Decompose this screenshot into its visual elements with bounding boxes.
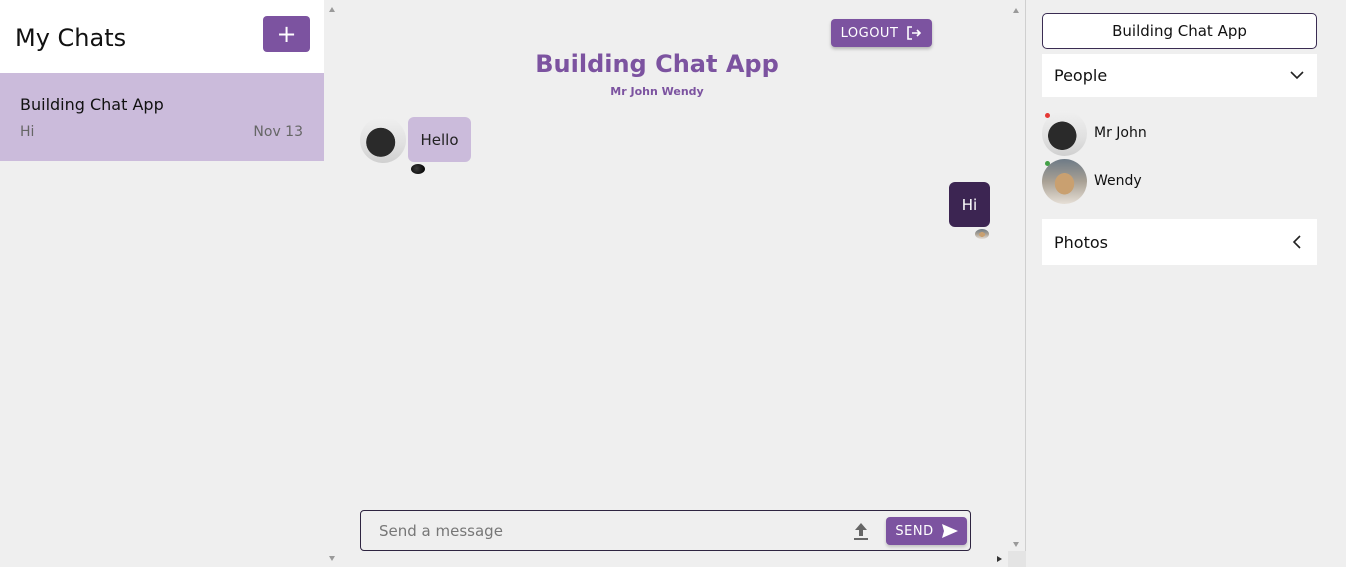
scroll-down-arrow-icon[interactable]: [329, 556, 335, 561]
photos-accordion-header[interactable]: Photos: [1042, 219, 1317, 265]
group-name-button[interactable]: Building Chat App: [1042, 13, 1317, 49]
chat-item-last-message: Hi: [20, 124, 35, 140]
conversation-panel: LOGOUT Building Chat App Mr John Wendy H…: [342, 0, 1026, 567]
member-name: Mr John: [1094, 125, 1147, 141]
status-dot: [1045, 113, 1050, 118]
avatar: [1042, 159, 1087, 204]
chat-list-header: My Chats +: [0, 0, 324, 73]
people-label: People: [1054, 66, 1108, 85]
chat-list-item[interactable]: Building Chat App Hi Nov 13: [0, 73, 324, 161]
chat-list-panel: My Chats + Building Chat App Hi Nov 13: [0, 0, 342, 567]
message-bubble-received: Hello: [408, 117, 471, 162]
send-label: SEND: [895, 523, 934, 539]
avatar: [1042, 111, 1087, 156]
chevron-down-icon: [1290, 71, 1304, 80]
send-button[interactable]: SEND: [886, 517, 967, 545]
send-icon: [941, 524, 958, 538]
read-receipt-avatar: [411, 164, 425, 174]
message-bubble-sent: Hi: [949, 182, 990, 227]
chat-item-name: Building Chat App: [20, 95, 164, 114]
scrollbar-corner: [1008, 551, 1026, 567]
message-input[interactable]: [371, 517, 831, 545]
member-item[interactable]: Mr John: [1042, 111, 1317, 156]
message-composer: SEND: [360, 510, 971, 551]
chat-list-title: My Chats: [15, 24, 127, 52]
conversation-scrollbar[interactable]: [1008, 0, 1026, 567]
people-accordion-header[interactable]: People: [1042, 54, 1317, 97]
upload-icon[interactable]: [852, 521, 870, 541]
conversation-title: Building Chat App: [535, 50, 779, 78]
scroll-up-arrow-icon[interactable]: [1013, 8, 1019, 13]
logout-button[interactable]: LOGOUT: [831, 19, 932, 47]
conversation-members: Mr John Wendy: [610, 85, 704, 98]
read-receipt-avatar: [975, 229, 989, 239]
chat-item-date: Nov 13: [253, 124, 303, 140]
scroll-up-arrow-icon[interactable]: [329, 7, 335, 12]
status-dot: [1045, 161, 1050, 166]
logout-icon: [907, 26, 922, 40]
logout-label: LOGOUT: [840, 25, 899, 41]
sender-avatar: [360, 117, 406, 163]
scroll-down-arrow-icon[interactable]: [1013, 542, 1019, 547]
scroll-right-arrow-icon[interactable]: [997, 556, 1002, 562]
new-chat-button[interactable]: +: [263, 16, 310, 52]
member-item[interactable]: Wendy: [1042, 159, 1317, 204]
chat-list-scrollbar[interactable]: [324, 0, 342, 567]
chevron-left-icon: [1292, 235, 1301, 249]
chat-details-panel: Building Chat App People Mr John Wendy P…: [1026, 0, 1346, 567]
member-name: Wendy: [1094, 173, 1142, 189]
photos-label: Photos: [1054, 233, 1108, 252]
